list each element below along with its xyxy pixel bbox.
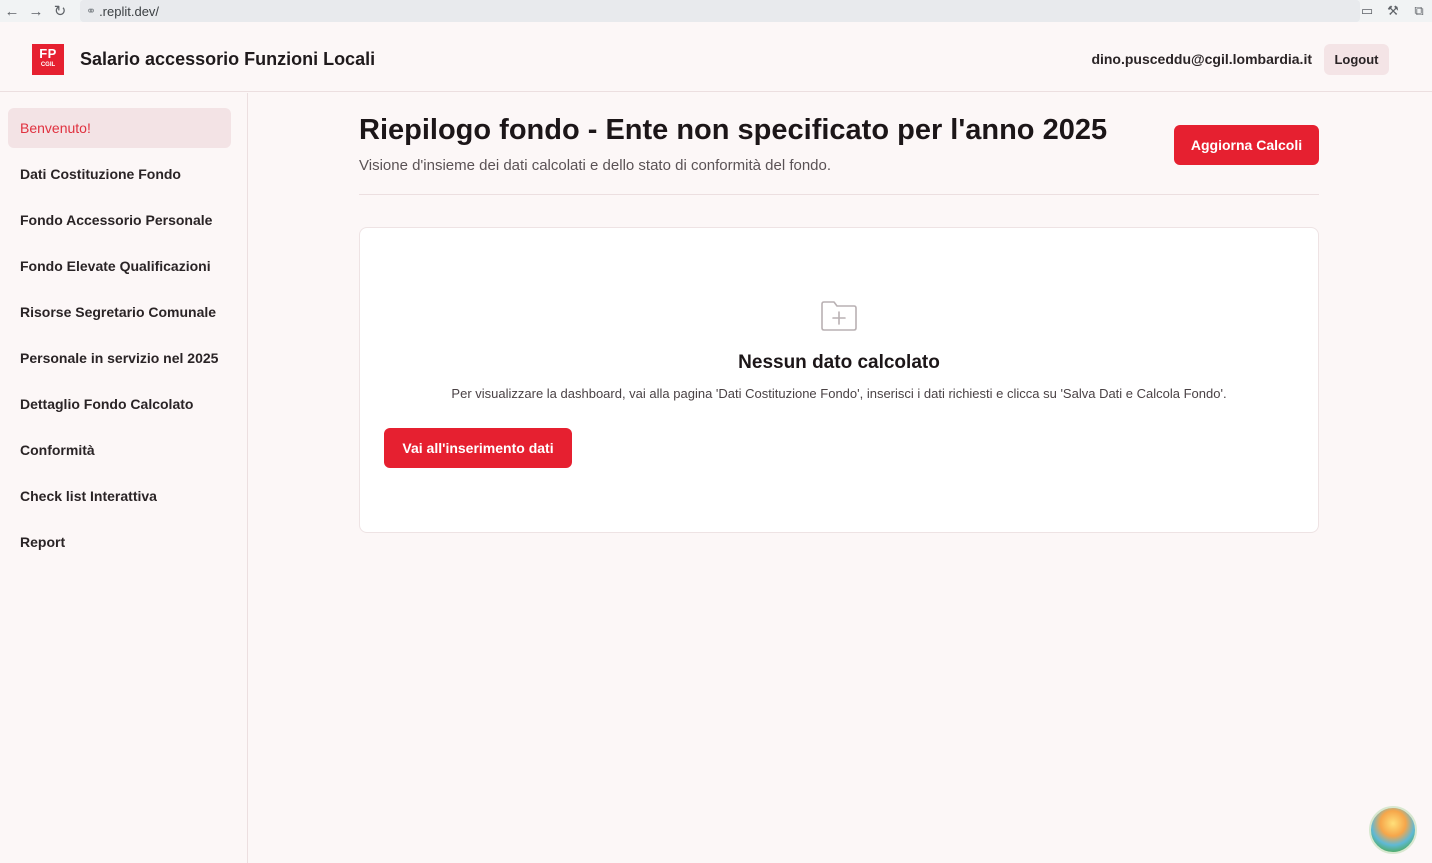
page-subtitle: Visione d'insieme dei dati calcolati e d… <box>359 157 832 174</box>
empty-state-text: Per visualizzare la dashboard, vai alla … <box>451 386 1227 401</box>
url-text: .replit.dev/ <box>99 3 160 19</box>
sidebar: Benvenuto! Dati Costituzione Fondo Fondo… <box>0 93 248 863</box>
page-title: Riepilogo fondo - Ente non specificato p… <box>359 114 1108 146</box>
devices-icon[interactable]: ▭ <box>1354 3 1380 19</box>
forward-icon[interactable]: → <box>24 0 48 22</box>
sidebar-item-benvenuto[interactable]: Benvenuto! <box>8 108 231 148</box>
empty-state-card: Nessun dato calcolato Per visualizzare l… <box>359 227 1319 533</box>
browser-toolbar: ← → ↻ ⚭ .replit.dev/ ▭ ⚒ ⧉ <box>0 0 1432 22</box>
logout-button[interactable]: Logout <box>1324 44 1389 75</box>
back-icon[interactable]: ← <box>0 0 24 22</box>
sidebar-item-risorse-segretario-comunale[interactable]: Risorse Segretario Comunale <box>8 292 231 332</box>
go-to-data-entry-button[interactable]: Vai all'inserimento dati <box>384 428 572 468</box>
divider <box>359 194 1319 195</box>
link-icon: ⚭ <box>86 4 97 18</box>
sidebar-item-personale-in-servizio[interactable]: Personale in servizio nel 2025 <box>8 338 231 378</box>
open-external-icon[interactable]: ⧉ <box>1406 3 1432 19</box>
sidebar-item-report[interactable]: Report <box>8 522 231 562</box>
address-bar[interactable]: ⚭ .replit.dev/ <box>80 0 1360 22</box>
wrench-icon[interactable]: ⚒ <box>1380 3 1406 19</box>
sidebar-item-check-list-interattiva[interactable]: Check list Interattiva <box>8 476 231 516</box>
update-calculations-button[interactable]: Aggiorna Calcoli <box>1174 125 1319 165</box>
user-email: dino.pusceddu@cgil.lombardia.it <box>1091 51 1312 67</box>
empty-state-title: Nessun dato calcolato <box>738 352 940 373</box>
folder-plus-icon <box>821 301 857 331</box>
app-title: Salario accessorio Funzioni Locali <box>80 49 376 69</box>
sidebar-item-dati-costituzione-fondo[interactable]: Dati Costituzione Fondo <box>8 154 231 194</box>
fp-cgil-logo: FP CGIL <box>32 44 64 75</box>
app-header: FP CGIL Salario accessorio Funzioni Loca… <box>0 22 1432 92</box>
reload-icon[interactable]: ↻ <box>48 0 72 22</box>
sidebar-item-fondo-elevate-qualificazioni[interactable]: Fondo Elevate Qualificazioni <box>8 246 231 286</box>
sidebar-item-conformita[interactable]: Conformità <box>8 430 231 470</box>
sidebar-item-fondo-accessorio-personale[interactable]: Fondo Accessorio Personale <box>8 200 231 240</box>
avatar[interactable] <box>1369 806 1417 854</box>
sidebar-item-dettaglio-fondo-calcolato[interactable]: Dettaglio Fondo Calcolato <box>8 384 231 424</box>
